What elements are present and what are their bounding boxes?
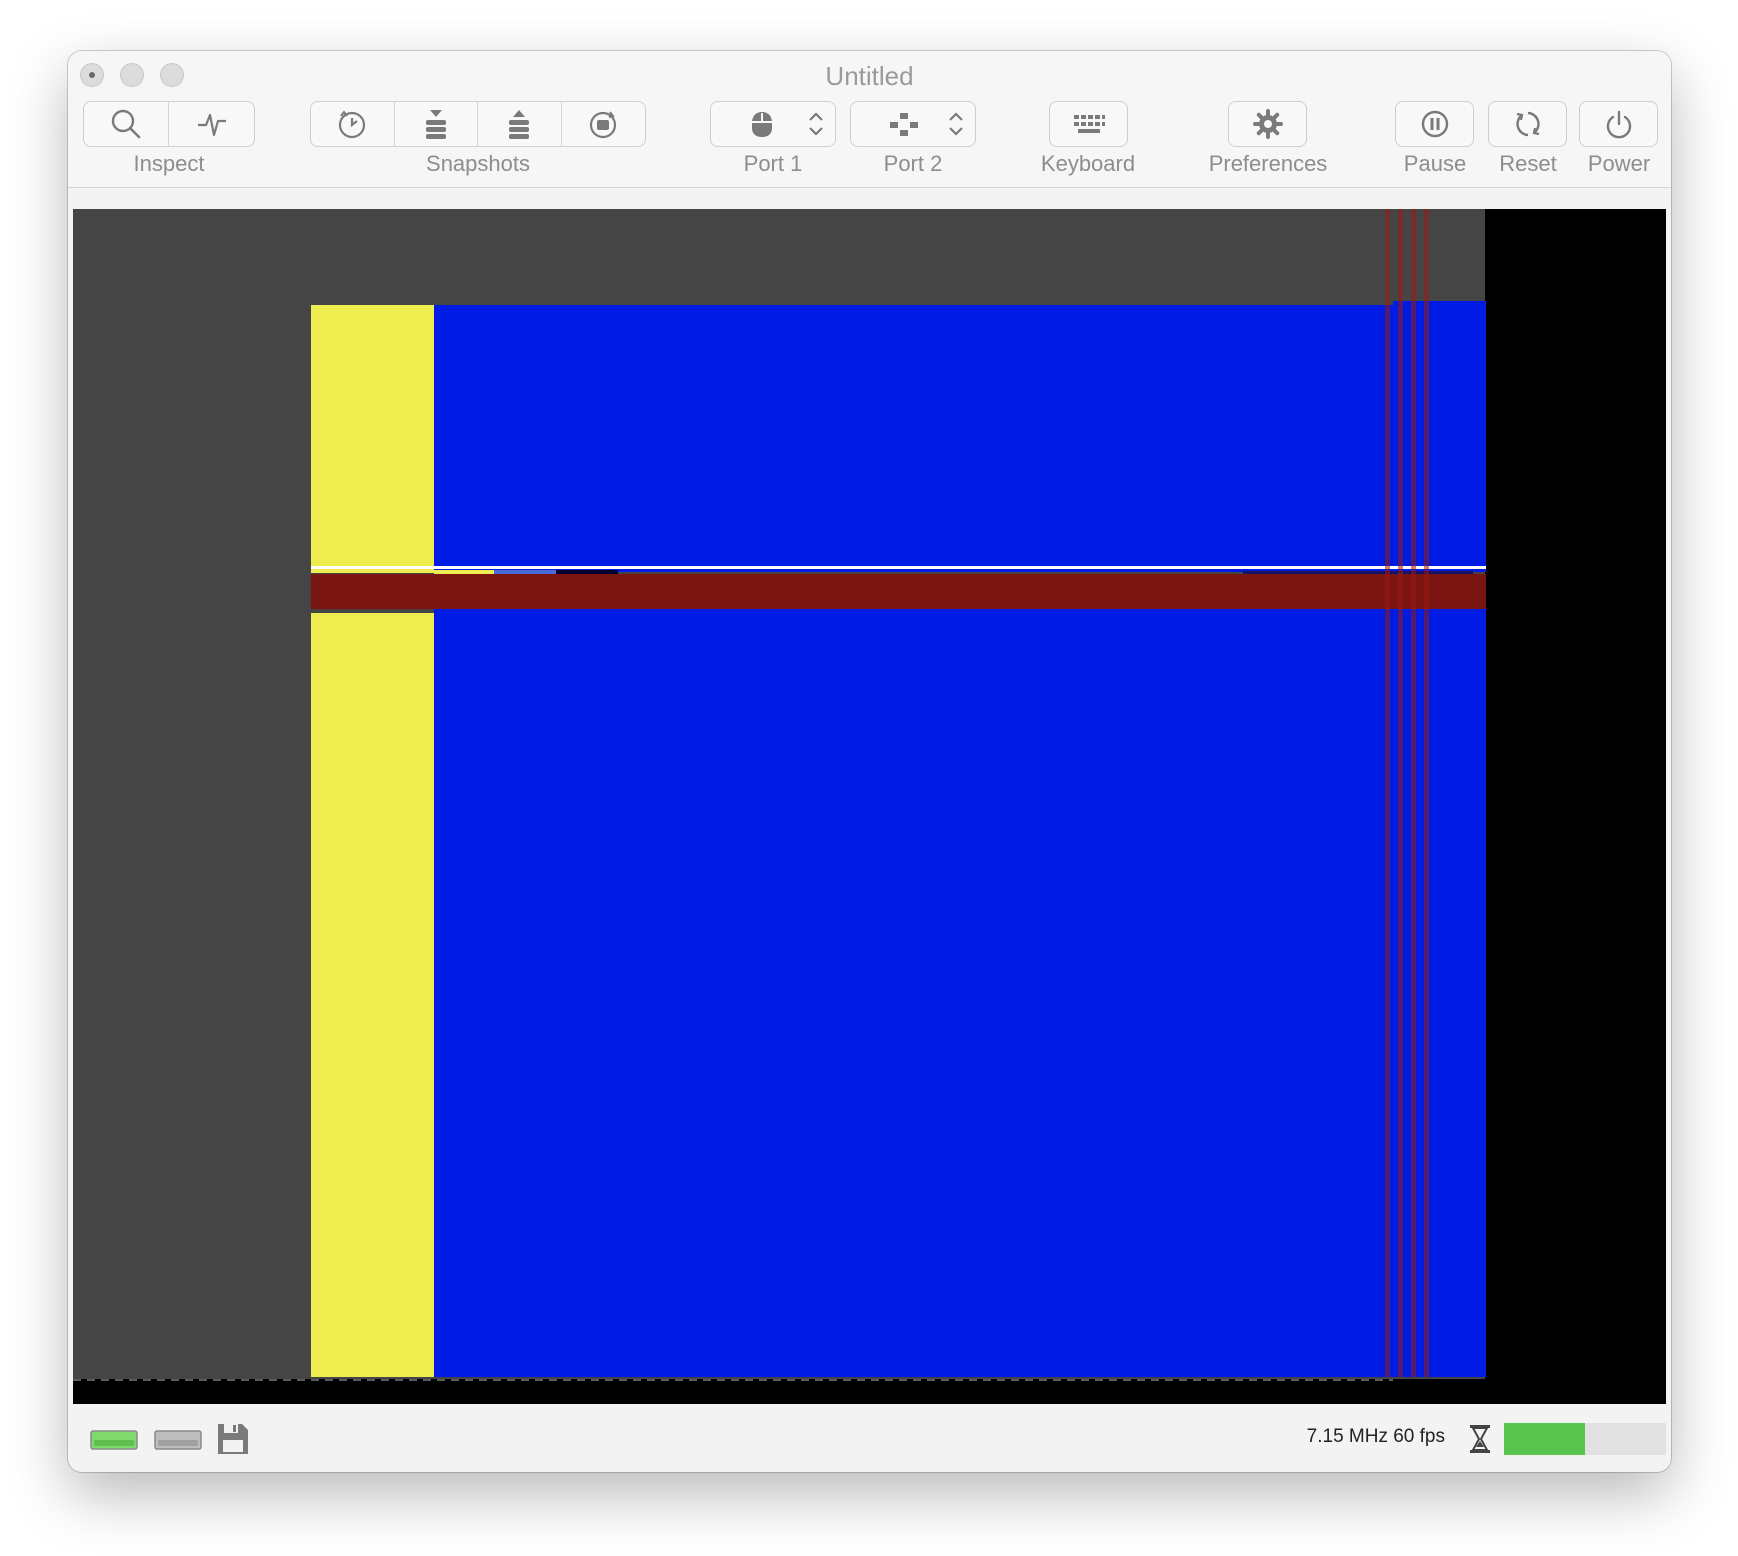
reset-icon <box>1515 111 1540 137</box>
white-scanline <box>311 566 1486 569</box>
keyboard-button[interactable] <box>1050 102 1127 146</box>
joystick-icon <box>890 113 918 136</box>
snapshots-group <box>310 101 646 147</box>
preferences-group <box>1228 101 1307 147</box>
status-bar: 7.15 MHz 60 fps <box>68 1405 1671 1472</box>
reset-label: Reset <box>1499 151 1557 176</box>
window-title: Untitled <box>825 61 914 91</box>
reset-button[interactable] <box>1489 102 1566 146</box>
bottom-black-border <box>73 1379 1666 1404</box>
emulator-frame <box>73 209 1666 1404</box>
dark-scanline-fragment <box>556 570 618 574</box>
port2-selector[interactable] <box>851 102 975 146</box>
take-snapshot-button[interactable] <box>395 102 478 146</box>
take-snapshot-icon <box>425 110 446 139</box>
speed-text: 7.15 MHz 60 fps <box>1306 1426 1445 1447</box>
mouse-icon <box>752 112 772 137</box>
port1-label: Port 1 <box>743 151 803 176</box>
preferences-label: Preferences <box>1208 151 1328 176</box>
reset-group <box>1488 101 1567 147</box>
preferences-button[interactable] <box>1229 102 1306 146</box>
inspect-label: Inspect <box>133 151 205 176</box>
pause-icon <box>1421 110 1448 138</box>
emulator-screen[interactable] <box>73 209 1666 1404</box>
light-blue-scanline-fragment <box>494 570 556 574</box>
emulator-window: Untitled Inspect Snapshots Port 1 Port 2… <box>68 51 1671 1472</box>
activity-icon <box>197 113 226 137</box>
blue-area-lower <box>434 609 1486 1377</box>
power-icon <box>1606 110 1631 139</box>
red-stripe <box>311 574 1486 609</box>
restore-snapshot-button[interactable] <box>478 102 562 146</box>
keyboard-label: Keyboard <box>1040 151 1136 176</box>
speed-gauge <box>1504 1423 1666 1455</box>
history-icon <box>339 110 366 139</box>
monitor-button[interactable] <box>169 102 254 146</box>
snapshot-browser-icon <box>590 111 617 139</box>
yellow-bar-lower <box>311 613 434 1377</box>
port1-selector[interactable] <box>711 102 835 146</box>
snapshots-label: Snapshots <box>426 151 530 176</box>
keyboard-icon <box>1073 115 1105 133</box>
power-label: Power <box>1587 151 1651 176</box>
power-group <box>1579 101 1658 147</box>
pause-button[interactable] <box>1396 102 1473 146</box>
pause-group <box>1395 101 1474 147</box>
hourglass-icon[interactable] <box>1468 1424 1492 1454</box>
inspect-group <box>83 101 255 147</box>
port1-popup[interactable] <box>710 101 836 147</box>
floppy-drive-1-icon[interactable] <box>154 1427 202 1453</box>
port2-label: Port 2 <box>883 151 943 176</box>
yellow-scanline-fragment <box>434 570 494 574</box>
keyboard-group <box>1049 101 1128 147</box>
chevron-updown-icon <box>807 109 825 139</box>
floppy-disk-icon[interactable] <box>216 1422 250 1456</box>
restore-snapshot-icon <box>509 110 530 139</box>
time-travel-button[interactable] <box>311 102 395 146</box>
right-black-border <box>1485 209 1666 1404</box>
pause-label: Pause <box>1403 151 1467 176</box>
title-bar: Untitled Inspect Snapshots Port 1 Port 2… <box>68 51 1671 188</box>
chevron-updown-icon <box>947 109 965 139</box>
power-button[interactable] <box>1580 102 1657 146</box>
yellow-bar-upper <box>311 305 434 573</box>
inspector-button[interactable] <box>84 102 169 146</box>
blue-area-upper-step <box>1393 301 1486 307</box>
magnifier-icon <box>111 109 141 139</box>
port2-popup[interactable] <box>850 101 976 147</box>
gear-icon <box>1252 109 1283 139</box>
floppy-drive-0-icon[interactable] <box>90 1427 138 1453</box>
browse-snapshots-button[interactable] <box>562 102 646 146</box>
blue-area-upper <box>434 305 1486 572</box>
speed-gauge-fill <box>1504 1423 1585 1455</box>
